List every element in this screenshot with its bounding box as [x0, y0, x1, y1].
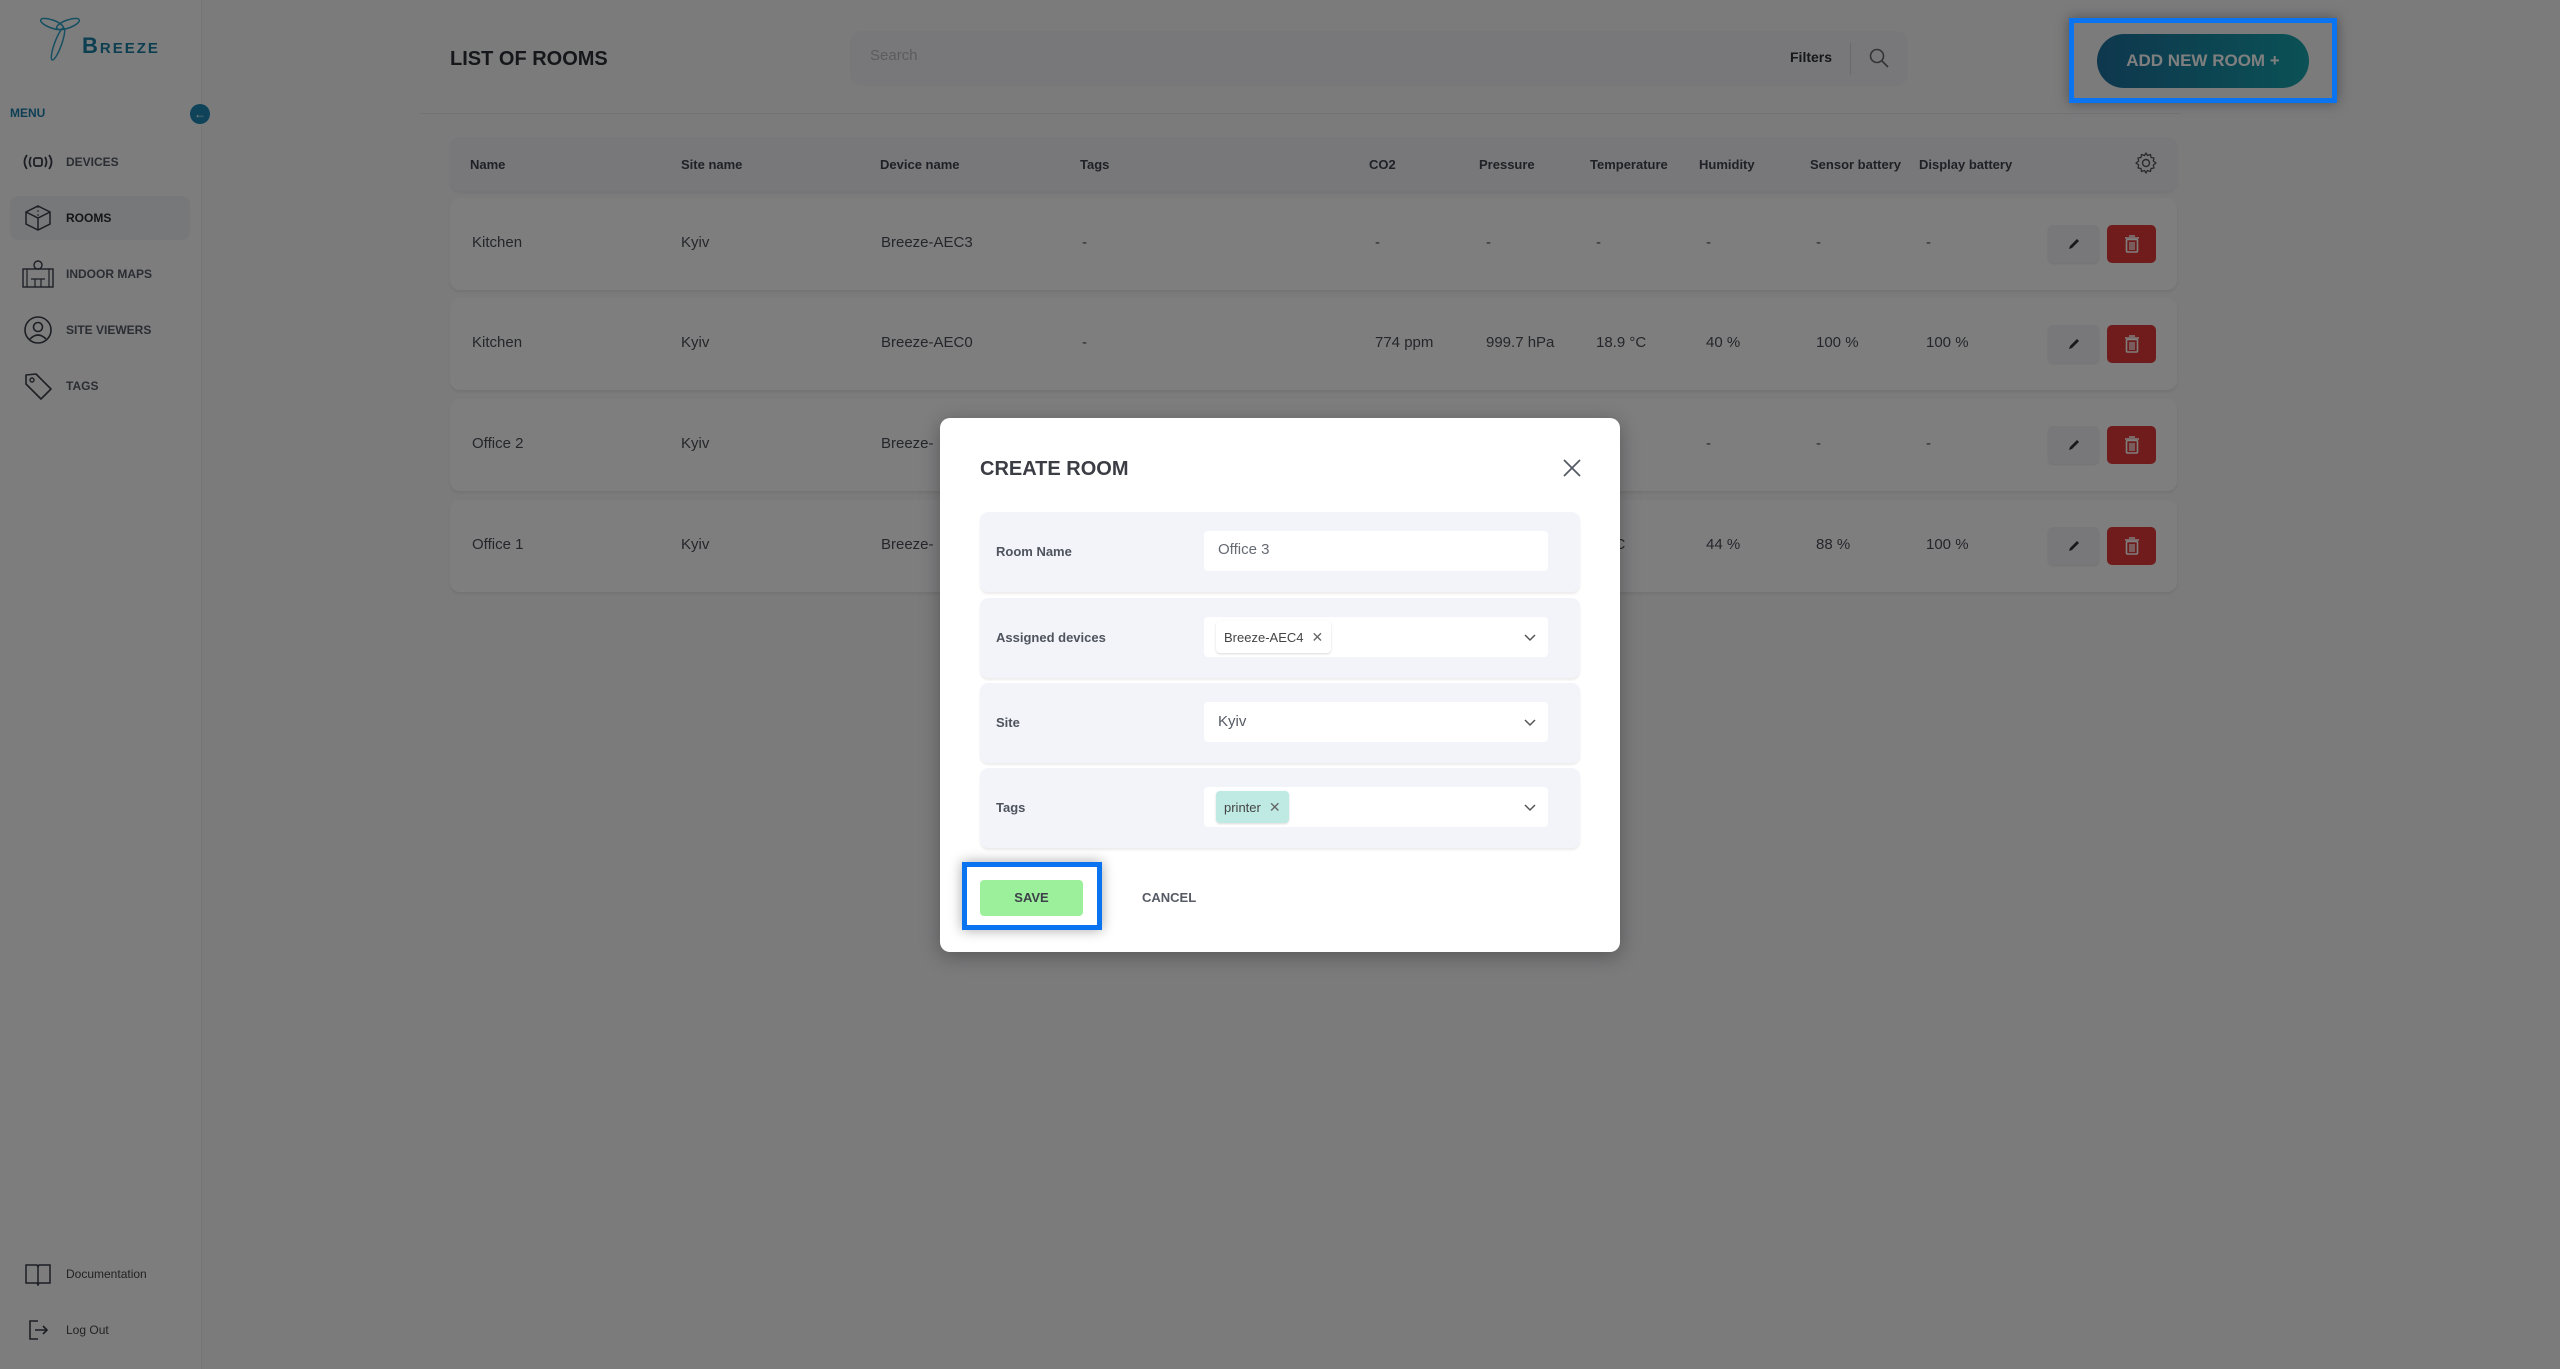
chip-remove-icon[interactable]: ✕ — [1311, 629, 1323, 646]
site-select[interactable]: Kyiv — [1204, 702, 1548, 742]
assigned-devices-row: Assigned devices Breeze-AEC4 ✕ — [980, 598, 1580, 678]
assigned-devices-select[interactable]: Breeze-AEC4 ✕ — [1204, 617, 1548, 657]
chevron-down-icon[interactable] — [1522, 629, 1538, 650]
chevron-down-icon[interactable] — [1522, 799, 1538, 820]
create-room-dialog: CREATE ROOM Room Name Assigned devices B… — [940, 418, 1620, 952]
assigned-devices-label: Assigned devices — [996, 630, 1106, 645]
dialog-title: CREATE ROOM — [980, 458, 1129, 480]
room-name-control — [1204, 531, 1548, 571]
site-selected-value: Kyiv — [1218, 713, 1247, 730]
chip-label: printer — [1224, 799, 1261, 815]
room-name-label: Room Name — [996, 544, 1072, 559]
tags-row: Tags printer ✕ — [980, 768, 1580, 848]
room-name-row: Room Name — [980, 512, 1580, 592]
chip-remove-icon[interactable]: ✕ — [1269, 799, 1281, 816]
site-row: Site Kyiv — [980, 683, 1580, 763]
device-chip: Breeze-AEC4 ✕ — [1216, 621, 1332, 653]
chip-label: Breeze-AEC4 — [1224, 629, 1304, 645]
site-label: Site — [996, 715, 1020, 730]
close-icon[interactable] — [1560, 456, 1584, 480]
cancel-button[interactable]: CANCEL — [1142, 890, 1196, 905]
tag-chip: printer ✕ — [1216, 791, 1289, 823]
tags-label: Tags — [996, 800, 1026, 815]
tags-select[interactable]: printer ✕ — [1204, 787, 1548, 827]
room-name-input[interactable] — [1218, 541, 1518, 558]
save-button[interactable]: SAVE — [980, 880, 1083, 916]
chevron-down-icon[interactable] — [1522, 714, 1538, 735]
